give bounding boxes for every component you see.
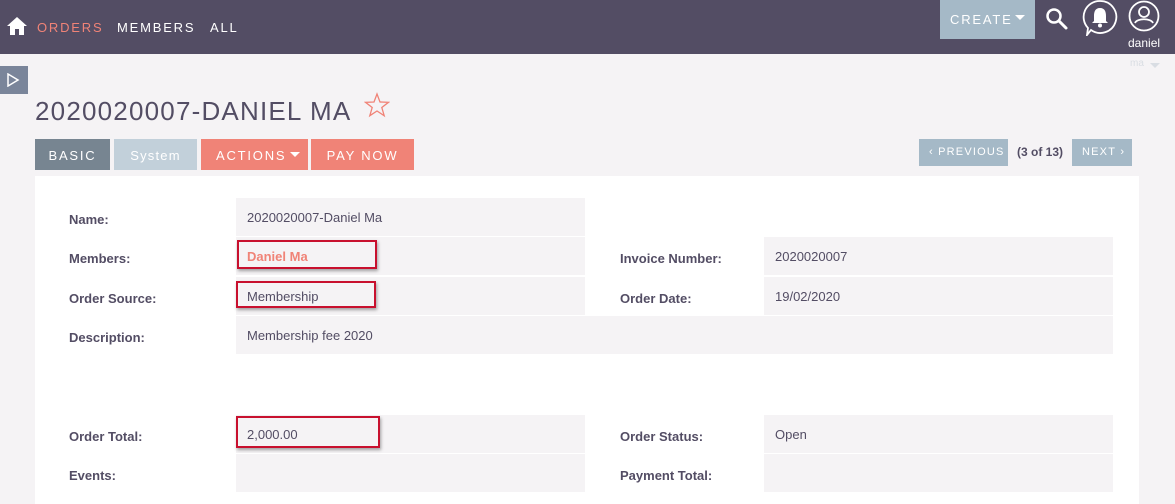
nav-members[interactable]: MEMBERS: [117, 20, 195, 35]
order-total-label: Order Total:: [69, 429, 143, 444]
star-icon[interactable]: [364, 92, 390, 118]
events-value: [236, 454, 585, 492]
order-date-label: Order Date:: [620, 291, 692, 306]
previous-button[interactable]: ‹ PREVIOUS: [919, 139, 1008, 166]
name-value: 2020020007-Daniel Ma: [236, 198, 585, 236]
order-source-label: Order Source:: [69, 291, 157, 306]
caret-down-icon: [290, 152, 300, 157]
payment-total-value: [764, 454, 1113, 492]
username-label[interactable]: daniel: [1128, 36, 1160, 50]
members-link[interactable]: Daniel Ma: [236, 237, 585, 275]
nav-orders[interactable]: ORDERS: [37, 20, 103, 35]
next-button[interactable]: NEXT ›: [1072, 139, 1132, 166]
order-status-value: Open: [764, 415, 1113, 453]
record-count: (3 of 13): [1017, 145, 1064, 159]
user-menu-toggle[interactable]: ma: [1130, 58, 1162, 70]
tab-basic[interactable]: BASIC: [35, 139, 110, 170]
payment-total-label: Payment Total:: [620, 468, 713, 483]
page-title: 2020020007-DANIEL MA: [35, 96, 352, 126]
home-icon[interactable]: [6, 15, 28, 37]
previous-label: PREVIOUS: [938, 146, 1005, 158]
caret-down-icon: [1150, 63, 1160, 68]
chevron-left-icon: ‹: [929, 146, 939, 158]
members-label: Members:: [69, 251, 131, 266]
next-label: NEXT: [1082, 146, 1117, 158]
invoice-number-value: 2020020007: [764, 237, 1113, 275]
order-source-value: Membership: [236, 277, 585, 315]
events-label: Events:: [69, 468, 116, 483]
user-sub-label: ma: [1130, 58, 1144, 69]
actions-label: ACTIONS: [216, 148, 287, 163]
nav-all[interactable]: ALL: [210, 20, 239, 35]
chevron-right-icon: ›: [1116, 146, 1126, 158]
sidebar-toggle-button[interactable]: [0, 66, 28, 94]
sidebar-toggle-icon: [7, 73, 20, 87]
order-date-value: 19/02/2020: [764, 277, 1113, 315]
description-label: Description:: [69, 330, 145, 345]
caret-down-icon: [1015, 15, 1025, 20]
invoice-number-label: Invoice Number:: [620, 251, 722, 266]
order-total-value: 2,000.00: [236, 415, 585, 453]
create-button[interactable]: CREATE: [940, 0, 1035, 39]
name-label: Name:: [69, 212, 109, 227]
tab-system[interactable]: System: [114, 139, 197, 170]
top-navigation-bar: ORDERS MEMBERS ALL CREATE daniel: [0, 0, 1175, 54]
search-icon[interactable]: [1045, 7, 1069, 31]
user-avatar-icon[interactable]: [1128, 0, 1160, 32]
description-value: Membership fee 2020: [236, 316, 1113, 354]
order-status-label: Order Status:: [620, 429, 704, 444]
actions-dropdown-button[interactable]: ACTIONS: [201, 139, 308, 170]
create-button-label: CREATE: [950, 12, 1013, 27]
notification-bell-icon[interactable]: [1081, 0, 1119, 36]
pay-now-button[interactable]: PAY NOW: [311, 139, 414, 170]
